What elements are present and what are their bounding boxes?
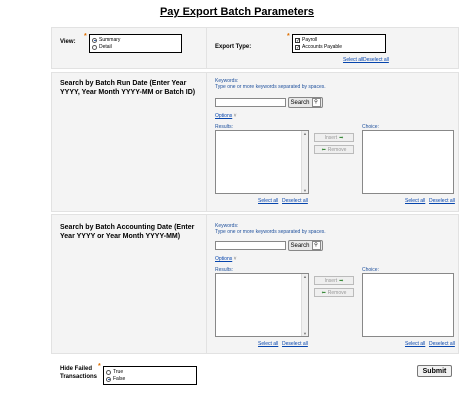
export-type-option-group: ✓ Payroll ✓ Accounts Payable <box>292 34 386 53</box>
options-link[interactable]: Options <box>215 113 232 119</box>
scroll-up-icon[interactable]: ▲ <box>302 131 308 136</box>
run-date-panel: Search by Batch Run Date (Enter Year YYY… <box>51 72 459 212</box>
remove-label: Remove <box>327 289 347 296</box>
required-marker: * <box>84 33 87 40</box>
choice-deselect-all-link[interactable]: Deselect all <box>429 198 455 204</box>
view-option-detail[interactable]: Detail <box>92 44 112 50</box>
hide-failed-option-label: True <box>113 369 124 375</box>
magnifier-icon: ⚲ <box>311 241 321 250</box>
export-type-option-label: Payroll <box>302 37 318 43</box>
run-date-keywords-input[interactable] <box>215 98 286 107</box>
accounting-date-insert-button[interactable]: Insert ➡ <box>314 276 354 285</box>
run-date-options-toggle[interactable]: Options ˅ <box>215 113 237 119</box>
chevron-down-icon: ˅ <box>233 256 237 262</box>
hide-failed-option-group: True False <box>103 366 197 385</box>
page-title: Pay Export Batch Parameters <box>159 6 315 18</box>
search-button-label: Search <box>290 99 310 106</box>
hide-failed-false[interactable]: False <box>106 376 125 382</box>
run-date-remove-button[interactable]: ⬅ Remove <box>314 145 354 154</box>
view-label: View: <box>60 39 76 45</box>
insert-label: Insert <box>324 134 338 141</box>
scroll-down-icon[interactable]: ▼ <box>302 331 308 336</box>
export-type-label: Export Type: <box>215 44 252 50</box>
checkbox-checked-icon[interactable]: ✓ <box>295 37 300 43</box>
hide-failed-label: Hide Failed Transactions <box>60 366 98 380</box>
arrow-left-icon: ⬅ <box>321 146 326 153</box>
radio-selected-icon[interactable] <box>92 37 97 43</box>
arrow-right-icon: ➡ <box>339 134 344 141</box>
panel-divider <box>206 28 207 68</box>
run-date-insert-button[interactable]: Insert ➡ <box>314 133 354 142</box>
chevron-down-icon: ˅ <box>233 113 237 119</box>
radio-icon[interactable] <box>106 369 111 375</box>
hide-failed-true[interactable]: True <box>106 369 123 375</box>
results-deselect-all-link[interactable]: Deselect all <box>282 198 308 204</box>
results-select-all-link[interactable]: Select all <box>258 198 278 204</box>
required-marker: * <box>287 33 290 40</box>
arrow-left-icon: ⬅ <box>321 289 326 296</box>
results-deselect-all-link[interactable]: Deselect all <box>282 341 308 347</box>
view-export-panel: View: * Summary Detail Export Type: * ✓ … <box>51 27 459 69</box>
run-date-choice-list[interactable] <box>362 130 454 194</box>
keywords-hint: Type one or more keywords separated by s… <box>215 229 326 235</box>
export-type-payroll[interactable]: ✓ Payroll <box>295 37 317 43</box>
scrollbar[interactable]: ▲ ▼ <box>301 131 308 193</box>
view-option-label: Summary <box>99 37 121 43</box>
magnifier-icon: ⚲ <box>311 98 321 107</box>
arrow-right-icon: ➡ <box>339 277 344 284</box>
export-select-all-link[interactable]: Select all <box>343 57 363 63</box>
panel-divider <box>206 73 207 211</box>
options-link[interactable]: Options <box>215 256 232 262</box>
search-button-label: Search <box>290 242 310 249</box>
radio-selected-icon[interactable] <box>106 376 111 382</box>
insert-label: Insert <box>324 277 338 284</box>
radio-icon[interactable] <box>92 44 97 50</box>
scrollbar[interactable]: ▲ ▼ <box>301 274 308 336</box>
export-type-accounts-payable[interactable]: ✓ Accounts Payable <box>295 44 342 50</box>
export-type-option-label: Accounts Payable <box>302 44 343 50</box>
hide-failed-option-label: False <box>113 376 126 382</box>
scroll-down-icon[interactable]: ▼ <box>302 188 308 193</box>
accounting-date-section-title: Search by Batch Accounting Date (Enter Y… <box>60 224 195 240</box>
accounting-date-panel: Search by Batch Accounting Date (Enter Y… <box>51 214 459 354</box>
accounting-date-remove-button[interactable]: ⬅ Remove <box>314 288 354 297</box>
scroll-up-icon[interactable]: ▲ <box>302 274 308 279</box>
checkbox-checked-icon[interactable]: ✓ <box>295 44 300 50</box>
accounting-date-options-toggle[interactable]: Options ˅ <box>215 256 237 262</box>
view-option-group: Summary Detail <box>89 34 182 53</box>
remove-label: Remove <box>327 146 347 153</box>
accounting-date-keywords-input[interactable] <box>215 241 286 250</box>
choice-select-all-link[interactable]: Select all <box>405 198 425 204</box>
view-option-summary[interactable]: Summary <box>92 37 120 43</box>
required-marker: * <box>98 363 101 370</box>
run-date-search-button[interactable]: Search ⚲ <box>288 97 323 108</box>
panel-divider <box>206 215 207 353</box>
submit-button[interactable]: Submit <box>417 365 452 377</box>
view-option-label: Detail <box>99 44 112 50</box>
run-date-section-title: Search by Batch Run Date (Enter Year YYY… <box>60 80 196 96</box>
choice-deselect-all-link[interactable]: Deselect all <box>429 341 455 347</box>
accounting-date-results-list[interactable]: ▲ ▼ <box>215 273 309 337</box>
accounting-date-search-button[interactable]: Search ⚲ <box>288 240 323 251</box>
choice-select-all-link[interactable]: Select all <box>405 341 425 347</box>
results-select-all-link[interactable]: Select all <box>258 341 278 347</box>
accounting-date-choice-list[interactable] <box>362 273 454 337</box>
keywords-hint: Type one or more keywords separated by s… <box>215 84 326 90</box>
export-deselect-all-link[interactable]: Deselect all <box>363 57 389 63</box>
run-date-results-list[interactable]: ▲ ▼ <box>215 130 309 194</box>
